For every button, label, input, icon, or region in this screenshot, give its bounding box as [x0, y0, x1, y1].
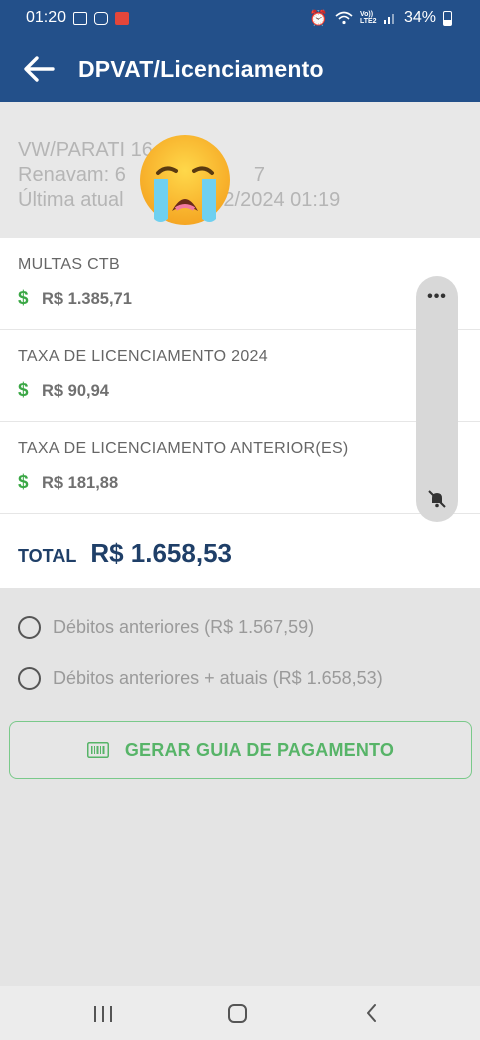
instagram-notification-icon: [94, 11, 109, 25]
home-button[interactable]: [228, 1004, 247, 1023]
floating-side-panel[interactable]: •••: [416, 276, 458, 522]
radio-button[interactable]: [18, 667, 41, 690]
list-item[interactable]: TAXA DE LICENCIAMENTO 2024 $ R$ 90,94: [0, 330, 480, 422]
arrow-left-icon: [24, 56, 55, 82]
system-nav-bar: [0, 986, 480, 1040]
renavam-text: Renavam: 6: [18, 164, 126, 186]
more-options-icon[interactable]: •••: [416, 288, 458, 306]
option-previous-and-current-debts[interactable]: Débitos anteriores + atuais (R$ 1.658,53…: [18, 667, 383, 690]
item-label: TAXA DE LICENCIAMENTO ANTERIOR(ES): [18, 440, 349, 457]
renavam-suffix: 7: [253, 164, 265, 186]
item-label: TAXA DE LICENCIAMENTO 2024: [18, 348, 268, 365]
option-label: Débitos anteriores (R$ 1.567,59): [53, 617, 315, 637]
status-bar-right: ⏰ Vo)) LTE2 34%: [309, 9, 452, 27]
status-time: 01:20: [26, 9, 67, 26]
vehicle-last-update: Última atual 6/02/2024 01:19: [18, 188, 462, 213]
battery-icon: [443, 10, 452, 26]
signal-icon: [383, 14, 394, 24]
item-value: R$ 181,88: [42, 473, 119, 492]
alarm-icon: ⏰: [309, 9, 328, 27]
app-bar: DPVAT/Licenciamento: [0, 36, 480, 102]
back-button[interactable]: [0, 36, 78, 102]
vehicle-model: VW/PARATI 16: [18, 139, 153, 161]
page-title: DPVAT/Licenciamento: [78, 55, 324, 82]
system-back-button[interactable]: [364, 1002, 380, 1024]
last-update-prefix: Última atual: [18, 189, 124, 211]
radio-button[interactable]: [18, 616, 41, 639]
debts-card: MULTAS CTB $ R$ 1.385,71 TAXA DE LICENCI…: [0, 238, 480, 588]
status-bar: 01:20 ⏰ Vo)) LTE2 34%: [0, 0, 480, 36]
dollar-icon: $: [18, 288, 29, 309]
option-label: Débitos anteriores + atuais (R$ 1.658,53…: [53, 668, 383, 688]
item-label: MULTAS CTB: [18, 256, 120, 273]
generate-payment-slip-button[interactable]: GERAR GUIA DE PAGAMENTO: [9, 721, 472, 779]
item-value: R$ 90,94: [42, 381, 109, 400]
mute-notification-icon[interactable]: [426, 488, 448, 510]
status-bar-left: 01:20: [26, 9, 130, 27]
app-notification-icon: [115, 11, 130, 25]
pay-button-label: GERAR GUIA DE PAGAMENTO: [124, 739, 395, 760]
vehicle-info: VW/PARATI 16 Renavam: 6 7 Última atual 6/0…: [0, 102, 480, 238]
item-value-row: $ R$ 1.385,71: [18, 288, 480, 310]
dollar-icon: $: [18, 380, 29, 401]
dollar-icon: $: [18, 472, 29, 493]
item-value-row: $ R$ 181,88: [18, 472, 480, 494]
vehicle-renavam: Renavam: 6 7: [18, 163, 462, 188]
option-previous-debts[interactable]: Débitos anteriores (R$ 1.567,59): [18, 616, 314, 639]
item-value: R$ 1.385,71: [42, 289, 132, 308]
gallery-notification-icon: [73, 11, 88, 25]
crying-face-emoji-icon: [140, 135, 230, 225]
wifi-icon: [335, 11, 353, 25]
total-value: R$ 1.658,53: [90, 538, 232, 568]
item-value-row: $ R$ 90,94: [18, 380, 480, 402]
recent-apps-button[interactable]: [94, 1006, 112, 1022]
total-label: TOTAL: [18, 546, 77, 566]
list-item[interactable]: MULTAS CTB $ R$ 1.385,71: [0, 238, 480, 330]
battery-percent: 34%: [403, 9, 436, 26]
barcode-icon: [86, 742, 109, 758]
volte-label: Vo)) LTE2: [359, 11, 377, 25]
total-row: TOTAL R$ 1.658,53: [18, 538, 232, 569]
list-item[interactable]: TAXA DE LICENCIAMENTO ANTERIOR(ES) $ R$ …: [0, 422, 480, 514]
